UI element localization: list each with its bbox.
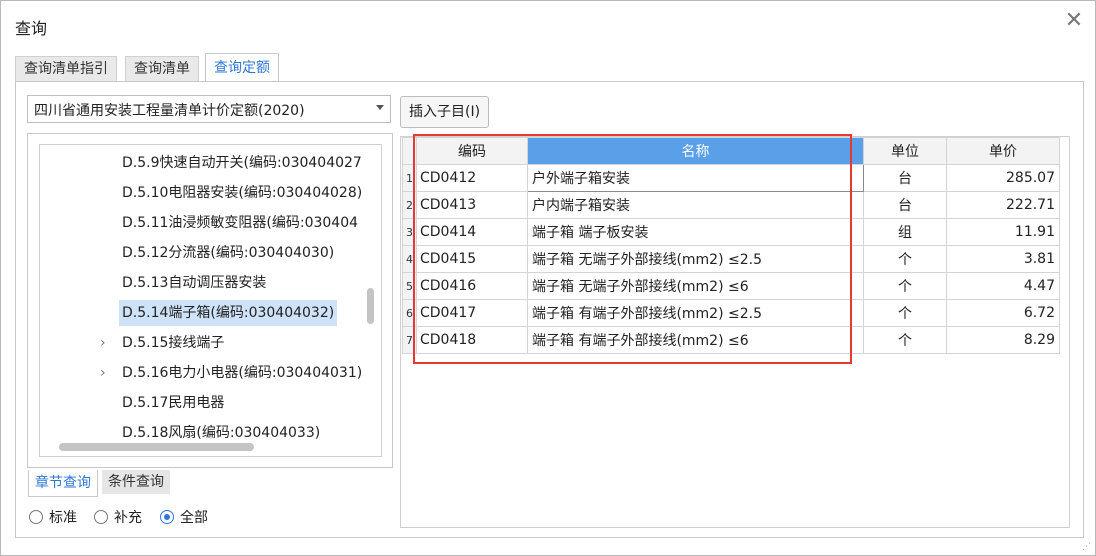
chevron-right-icon[interactable]: › [100, 330, 112, 356]
cell-code[interactable]: CD0415 [416, 245, 528, 273]
cell-price[interactable]: 11.91 [946, 218, 1060, 246]
radio-circle[interactable] [29, 510, 43, 524]
table-row[interactable]: 1 CD0412 户外端子箱安装 台 285.07 [402, 164, 1060, 192]
tree-item-label: D.5.14端子箱(编码:030404032) [119, 300, 338, 326]
row-index: 3 [402, 218, 417, 246]
header-unit[interactable]: 单位 [863, 137, 947, 165]
cell-unit[interactable]: 个 [863, 299, 947, 327]
cell-code[interactable]: CD0416 [416, 272, 528, 300]
table-row[interactable]: 3 CD0414 端子箱 端子板安装 组 11.91 [402, 218, 1060, 246]
table-row[interactable]: 7 CD0418 端子箱 有端子外部接线(mm2) ≤6 个 8.29 [402, 326, 1060, 354]
cell-name[interactable]: 端子箱 有端子外部接线(mm2) ≤2.5 [527, 299, 864, 327]
header-code[interactable]: 编码 [416, 137, 528, 165]
table-row[interactable]: 5 CD0416 端子箱 无端子外部接线(mm2) ≤6 个 4.47 [402, 272, 1060, 300]
row-index: 4 [402, 245, 417, 273]
cell-unit[interactable]: 个 [863, 326, 947, 354]
header-index [402, 137, 417, 165]
close-icon[interactable]: ✕ [1063, 10, 1085, 32]
dialog-title: 查询 [15, 19, 48, 38]
cell-name[interactable]: 端子箱 无端子外部接线(mm2) ≤6 [527, 272, 864, 300]
tree-item-label: D.5.12分流器(编码:030404030) [122, 245, 335, 261]
row-index: 1 [402, 164, 417, 192]
tree-item-label: D.5.16电力小电器(编码:030404031) [122, 365, 363, 381]
cell-code[interactable]: CD0412 [416, 164, 528, 192]
tree-item-label: D.5.9快速自动开关(编码:030404027 [122, 155, 362, 171]
tab-condition-query[interactable]: 条件查询 [102, 470, 170, 494]
chapter-tree[interactable]: D.5.9快速自动开关(编码:030404027 D.5.10电阻器安装(编码:… [39, 144, 382, 457]
cell-price[interactable]: 6.72 [946, 299, 1060, 327]
radio-circle[interactable] [94, 510, 108, 524]
radio-label: 补充 [114, 510, 142, 526]
cell-code[interactable]: CD0413 [416, 191, 528, 219]
tab-chapter-query[interactable]: 章节查询 [28, 470, 98, 497]
tree-vertical-scrollbar[interactable] [367, 288, 374, 324]
cell-code[interactable]: CD0418 [416, 326, 528, 354]
cell-price[interactable]: 8.29 [946, 326, 1060, 354]
table-row[interactable]: 6 CD0417 端子箱 有端子外部接线(mm2) ≤2.5 个 6.72 [402, 299, 1060, 327]
header-name[interactable]: 名称 [527, 137, 864, 165]
chevron-down-icon [376, 105, 384, 110]
cell-code[interactable]: CD0414 [416, 218, 528, 246]
cell-name[interactable]: 端子箱 有端子外部接线(mm2) ≤6 [527, 326, 864, 354]
radio-label: 全部 [180, 510, 208, 526]
cell-name[interactable]: 户内端子箱安装 [527, 191, 864, 219]
cell-unit[interactable]: 组 [863, 218, 947, 246]
resize-grip-icon[interactable]: ⋰ [1082, 542, 1092, 552]
quota-library-select[interactable]: 四川省通用安装工程量清单计价定额(2020) [27, 95, 391, 123]
row-index: 5 [402, 272, 417, 300]
cell-code[interactable]: CD0417 [416, 299, 528, 327]
row-index: 7 [402, 326, 417, 354]
tree-item-label: D.5.11油浸频敏变阻器(编码:030404 [122, 215, 359, 231]
radio-circle-checked[interactable] [160, 510, 174, 524]
chevron-right-icon[interactable]: › [100, 360, 112, 386]
cell-name[interactable]: 端子箱 无端子外部接线(mm2) ≤2.5 [527, 245, 864, 273]
cell-unit[interactable]: 台 [863, 191, 947, 219]
tab-query-bill[interactable]: 查询清单 [125, 56, 199, 81]
cell-name[interactable]: 端子箱 端子板安装 [527, 218, 864, 246]
insert-item-button[interactable]: 插入子目(I) [400, 96, 490, 128]
cell-unit[interactable]: 台 [863, 164, 947, 192]
table-row[interactable]: 2 CD0413 户内端子箱安装 台 222.71 [402, 191, 1060, 219]
table-row[interactable]: 4 CD0415 端子箱 无端子外部接线(mm2) ≤2.5 个 3.81 [402, 245, 1060, 273]
tree-horizontal-scrollbar[interactable] [59, 443, 254, 451]
cell-unit[interactable]: 个 [863, 245, 947, 273]
cell-unit[interactable]: 个 [863, 272, 947, 300]
cell-price[interactable]: 4.47 [946, 272, 1060, 300]
table-header-row: 编码 名称 单位 单价 [402, 137, 1060, 165]
row-index: 2 [402, 191, 417, 219]
row-index: 6 [402, 299, 417, 327]
tree-item-label: D.5.15接线端子 [122, 335, 225, 351]
cell-price[interactable]: 285.07 [946, 164, 1060, 192]
cell-price[interactable]: 222.71 [946, 191, 1060, 219]
quota-table: 编码 名称 单位 单价 1 CD0412 户外端子箱安装 台 285.07 2 … [402, 137, 1060, 354]
tab-query-quota[interactable]: 查询定额 [205, 53, 279, 83]
tab-query-bill-guide[interactable]: 查询清单指引 [15, 56, 117, 81]
header-price[interactable]: 单价 [946, 137, 1060, 165]
cell-price[interactable]: 3.81 [946, 245, 1060, 273]
cell-name[interactable]: 户外端子箱安装 [527, 164, 864, 192]
tree-item-label: D.5.13自动调压器安装 [122, 275, 267, 291]
tree-item-label: D.5.17民用电器 [122, 395, 225, 411]
tree-item-label: D.5.10电阻器安装(编码:030404028) [122, 185, 363, 201]
radio-label: 标准 [49, 510, 77, 526]
quota-library-value: 四川省通用安装工程量清单计价定额(2020) [34, 103, 305, 119]
